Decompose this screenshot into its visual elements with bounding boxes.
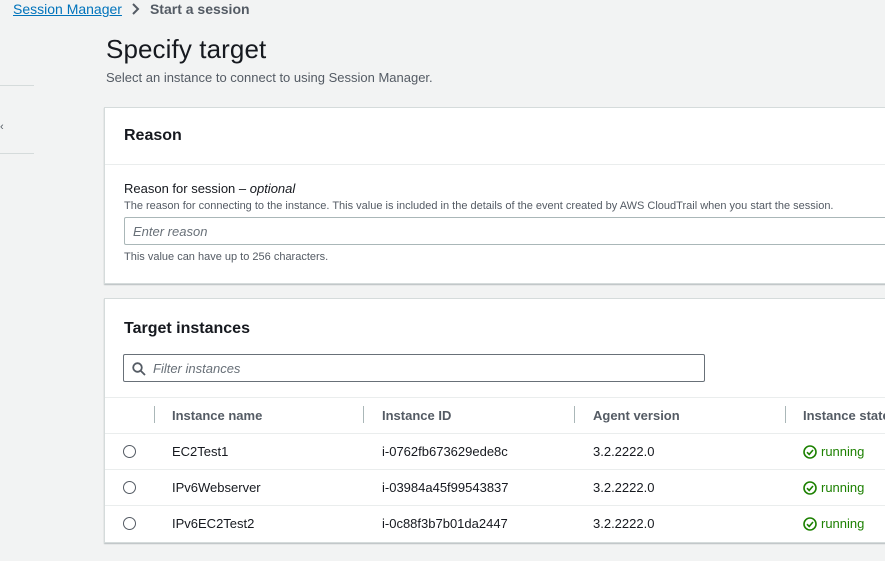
filter-instances-placeholder: Filter instances <box>153 361 241 376</box>
instance-state-cell: running <box>803 444 864 459</box>
instance-name-cell: IPv6Webserver <box>172 480 261 495</box>
breadcrumb-current: Start a session <box>149 1 250 17</box>
status-label: running <box>821 516 865 531</box>
nav-divider <box>0 153 34 154</box>
reason-field-label: Reason for session – optional <box>124 181 295 196</box>
target-instances-title: Target instances <box>124 320 250 337</box>
target-instances-header: Target instances <box>105 299 885 355</box>
row-select-radio[interactable] <box>123 481 136 494</box>
instance-name-cell: EC2Test1 <box>172 444 229 459</box>
chevron-right-icon <box>131 3 140 15</box>
status-label: running <box>821 480 865 495</box>
instance-name-cell: IPv6EC2Test2 <box>172 516 255 531</box>
reason-input[interactable]: Enter reason <box>124 217 885 245</box>
nav-item-fragment[interactable]: ‹ <box>0 121 4 133</box>
search-icon <box>132 362 146 376</box>
table-header: Instance name Instance ID Agent version … <box>105 397 885 434</box>
status-label: running <box>821 444 865 459</box>
table-row[interactable]: EC2Test1 i-0762fb673629ede8c 3.2.2222.0 … <box>105 434 885 470</box>
column-divider[interactable] <box>574 406 575 423</box>
column-divider[interactable] <box>785 406 786 423</box>
reason-panel-title: Reason <box>124 127 182 144</box>
reason-field-constraint: This value can have up to 256 characters… <box>124 251 329 263</box>
row-select-radio[interactable] <box>123 517 136 530</box>
instances-table: Instance name Instance ID Agent version … <box>105 397 885 541</box>
instance-state-cell: running <box>803 516 864 531</box>
row-select-radio[interactable] <box>123 445 136 458</box>
reason-panel: Reason Reason for session – optional The… <box>104 107 885 284</box>
reason-panel-header: Reason <box>105 108 885 165</box>
reason-field-description: The reason for connecting to the instanc… <box>124 200 834 212</box>
filter-instances-input[interactable]: Filter instances <box>123 354 705 382</box>
column-header-instance-name[interactable]: Instance name <box>172 408 262 423</box>
column-divider[interactable] <box>154 406 155 423</box>
reason-label-text: Reason for session – <box>124 181 250 196</box>
page-description: Select an instance to connect to using S… <box>106 70 433 85</box>
column-header-agent-version[interactable]: Agent version <box>593 408 680 423</box>
table-row[interactable]: IPv6EC2Test2 i-0c88f3b7b01da2447 3.2.222… <box>105 506 885 541</box>
agent-version-cell: 3.2.2222.0 <box>593 444 655 459</box>
page-title: Specify target <box>106 34 267 64</box>
breadcrumb: Session Manager Start a session <box>13 0 250 18</box>
agent-version-cell: 3.2.2222.0 <box>593 480 655 495</box>
status-success-icon <box>803 480 817 495</box>
instance-id-cell: i-0762fb673629ede8c <box>382 444 508 459</box>
instance-id-cell: i-0c88f3b7b01da2447 <box>382 516 508 531</box>
reason-input-placeholder: Enter reason <box>133 224 208 239</box>
status-success-icon <box>803 444 817 459</box>
column-header-instance-id[interactable]: Instance ID <box>382 408 451 423</box>
column-divider[interactable] <box>363 406 364 423</box>
instance-state-cell: running <box>803 480 864 495</box>
agent-version-cell: 3.2.2222.0 <box>593 516 655 531</box>
breadcrumb-session-manager-link[interactable]: Session Manager <box>13 1 122 17</box>
instance-id-cell: i-03984a45f99543837 <box>382 480 509 495</box>
status-success-icon <box>803 516 817 531</box>
column-header-instance-state[interactable]: Instance state <box>803 408 885 423</box>
nav-divider <box>0 85 34 86</box>
target-instances-panel: Target instances Filter instances Instan… <box>104 298 885 543</box>
optional-tag: optional <box>249 181 296 196</box>
side-navigation-edge: ‹ <box>0 0 40 561</box>
table-row[interactable]: IPv6Webserver i-03984a45f99543837 3.2.22… <box>105 470 885 506</box>
